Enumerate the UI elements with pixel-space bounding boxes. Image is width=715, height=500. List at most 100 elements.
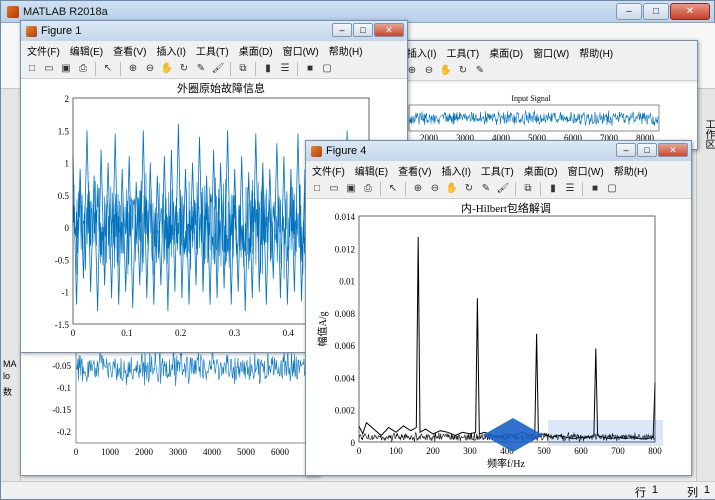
link-icon[interactable]: ⧉ [236, 62, 250, 76]
y-tick-labels: 2 1.5 1 0.5 0 -0.5 -1 -1.5 [55, 94, 70, 330]
figure-window-input[interactable]: 插入(I) 工具(T) 桌面(D) 窗口(W) 帮助(H) ⊕ ⊖ ✋ ↻ ✎ … [400, 40, 698, 150]
y-tick-label: 0.006 [335, 341, 356, 351]
print-icon[interactable]: ⎙ [76, 62, 90, 76]
zoom-out-icon[interactable]: ⊖ [428, 182, 442, 196]
figure-window-lower[interactable]: -0.05 -0.1 -0.15 -0.2 0 1000 2000 3000 4000 5000… [20, 348, 320, 476]
menu-window[interactable]: 窗口(W) [568, 163, 610, 178]
pan-icon[interactable]: ✋ [439, 64, 453, 78]
save-icon[interactable]: ▣ [344, 182, 358, 196]
pan-icon[interactable]: ✋ [160, 62, 174, 76]
menu-window[interactable]: 窗口(W) [533, 45, 575, 60]
y-tick-labels: 0.014 0.012 0.01 0.008 0.006 0.004 0.002 0 [335, 212, 356, 448]
series-line [358, 236, 656, 440]
menu-insert[interactable]: 插入(I) [441, 163, 476, 178]
watermark-logo [483, 418, 663, 452]
x-tick-label: 6000 [271, 447, 290, 457]
menu-tools[interactable]: 工具(T) [446, 45, 485, 60]
menu-help[interactable]: 帮助(H) [329, 43, 369, 58]
zoom-in-icon[interactable]: ⊕ [126, 62, 140, 76]
plot-title: 内-Hilbert包络解调 [461, 201, 551, 215]
matlab-logo-icon [7, 5, 19, 18]
y-tick-label: -1.5 [55, 320, 70, 330]
colorbar-icon[interactable]: ▮ [261, 62, 275, 76]
maximize-button[interactable]: □ [637, 143, 657, 157]
menu-desktop[interactable]: 桌面(D) [239, 43, 279, 58]
print-icon[interactable]: ⎙ [361, 182, 375, 196]
figure1-title-bar[interactable]: Figure 1 – □ ✕ [21, 21, 407, 41]
workspace-panel[interactable]: 工作区 [696, 89, 715, 483]
colorbar-icon[interactable]: ▮ [546, 182, 560, 196]
legend-icon[interactable]: ☰ [563, 182, 577, 196]
pan-icon[interactable]: ✋ [445, 182, 459, 196]
lower-plot: -0.05 -0.1 -0.15 -0.2 0 1000 2000 3000 4000 5000… [52, 348, 319, 457]
hide-tools-icon[interactable]: ■ [588, 182, 602, 196]
menu-insert[interactable]: 插入(I) [156, 43, 191, 58]
toolbar-separator [582, 181, 583, 196]
x-tick-label: 0 [74, 447, 79, 457]
rotate-icon[interactable]: ↻ [462, 182, 476, 196]
data-cursor-icon[interactable]: ✎ [473, 64, 487, 78]
close-button[interactable]: ✕ [658, 143, 688, 157]
zoom-out-icon[interactable]: ⊖ [143, 62, 157, 76]
menu-edit[interactable]: 编辑(E) [355, 163, 394, 178]
zoom-in-icon[interactable]: ⊕ [411, 182, 425, 196]
figure4-title-bar[interactable]: Figure 4 – □ ✕ [306, 141, 691, 161]
axes-box [358, 215, 656, 443]
x-tick-label: 1000 [101, 447, 120, 457]
menu-edit[interactable]: 编辑(E) [70, 43, 109, 58]
y-tick-label: 1.5 [58, 126, 70, 136]
rotate-icon[interactable]: ↻ [456, 64, 470, 78]
window-controls: – □ ✕ [616, 143, 688, 157]
menu-tools[interactable]: 工具(T) [481, 163, 520, 178]
select-arrow-icon[interactable]: ↖ [386, 182, 400, 196]
menu-insert[interactable]: 插入(I) [407, 45, 442, 60]
menu-view[interactable]: 查看(V) [398, 163, 437, 178]
maximize-button[interactable]: □ [353, 23, 373, 37]
menu-desktop[interactable]: 桌面(D) [524, 163, 564, 178]
minimize-button[interactable]: – [616, 3, 642, 20]
new-figure-icon[interactable]: □ [310, 182, 324, 196]
zoom-out-icon[interactable]: ⊖ [422, 64, 436, 78]
rotate-icon[interactable]: ↻ [177, 62, 191, 76]
close-button[interactable]: ✕ [374, 23, 404, 37]
menu-file[interactable]: 文件(F) [312, 163, 351, 178]
panel-text: MA [3, 359, 17, 369]
minimize-button[interactable]: – [332, 23, 352, 37]
figure4-title: Figure 4 [326, 145, 367, 157]
window-controls: – □ ✕ [616, 3, 710, 20]
open-icon[interactable]: ▭ [327, 182, 341, 196]
dock-icon[interactable]: ▢ [320, 62, 334, 76]
menu-tools[interactable]: 工具(T) [196, 43, 235, 58]
toolbar-separator [405, 181, 406, 196]
brush-icon[interactable]: 🖌 [496, 182, 510, 196]
y-tick-label: -0.5 [55, 255, 70, 265]
x-tick-label: 100 [389, 446, 403, 456]
menu-window[interactable]: 窗口(W) [283, 43, 325, 58]
maximize-button[interactable]: □ [643, 3, 669, 20]
data-cursor-icon[interactable]: ✎ [194, 62, 208, 76]
data-cursor-icon[interactable]: ✎ [479, 182, 493, 196]
menu-file[interactable]: 文件(F) [27, 43, 66, 58]
row-value: 1 [651, 484, 658, 496]
dock-icon[interactable]: ▢ [605, 182, 619, 196]
select-arrow-icon[interactable]: ↖ [101, 62, 115, 76]
hide-tools-icon[interactable]: ■ [303, 62, 317, 76]
y-axis-label: 幅值A/g [316, 312, 329, 347]
signal-trace [408, 110, 659, 126]
close-button[interactable]: ✕ [670, 3, 710, 20]
open-icon[interactable]: ▭ [42, 62, 56, 76]
save-icon[interactable]: ▣ [59, 62, 73, 76]
x-tick-label: 0 [357, 446, 362, 456]
link-icon[interactable]: ⧉ [521, 182, 535, 196]
menu-help[interactable]: 帮助(H) [614, 163, 654, 178]
minimize-button[interactable]: – [616, 143, 636, 157]
x-tick-label: 0.4 [283, 328, 295, 338]
menu-view[interactable]: 查看(V) [113, 43, 152, 58]
new-figure-icon[interactable]: □ [25, 62, 39, 76]
menu-help[interactable]: 帮助(H) [579, 45, 619, 60]
col-value: 1 [703, 484, 710, 496]
brush-icon[interactable]: 🖌 [211, 62, 225, 76]
legend-icon[interactable]: ☰ [278, 62, 292, 76]
menu-desktop[interactable]: 桌面(D) [489, 45, 529, 60]
x-tick-label: 2000 [135, 447, 154, 457]
